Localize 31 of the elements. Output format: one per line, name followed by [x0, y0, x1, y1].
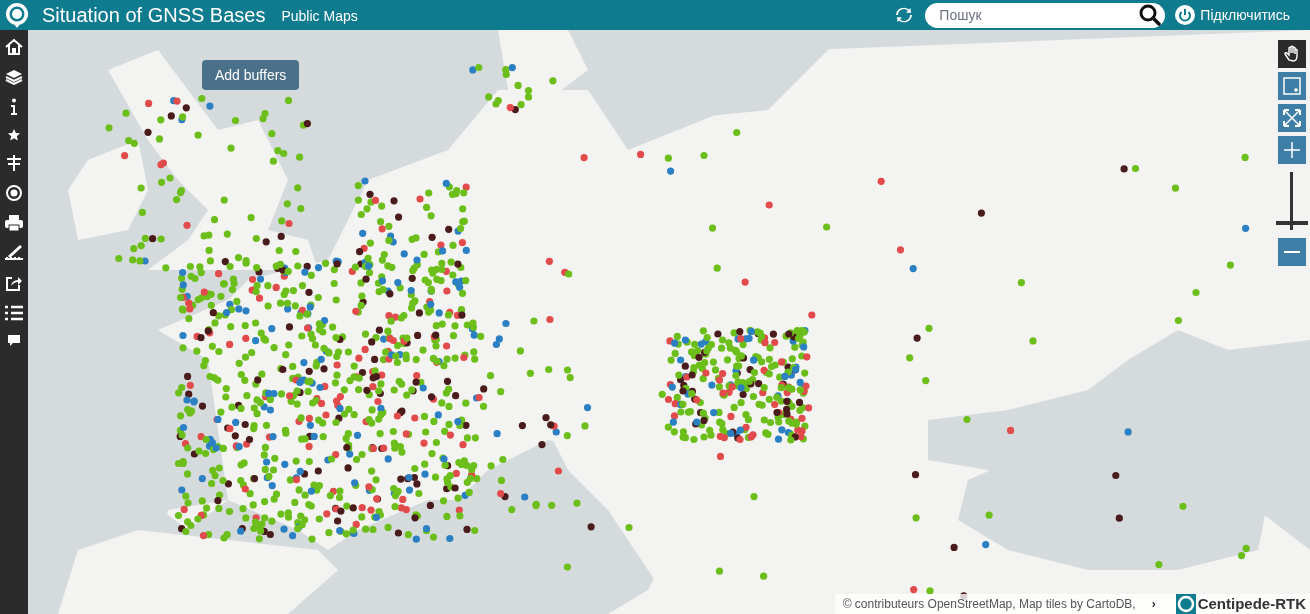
zoom-in-tool[interactable] — [1278, 136, 1306, 164]
zoom-in-icon — [1282, 140, 1302, 160]
search-field[interactable]: Пошук — [925, 2, 1166, 28]
connect-button[interactable]: Підключитись — [1175, 4, 1290, 26]
star-icon[interactable] — [7, 128, 21, 142]
zoom-slider[interactable] — [1276, 172, 1308, 230]
app-title: Situation of GNSS Bases — [42, 3, 266, 28]
share-icon[interactable] — [5, 274, 23, 292]
layers-icon[interactable] — [5, 68, 23, 86]
target-icon[interactable] — [5, 184, 23, 202]
attribution-text: © contributeurs OpenStreetMap, Map tiles by CartoDB, — [842, 596, 1136, 613]
print-icon[interactable] — [4, 214, 24, 232]
brand-logo: Centipede-RTK — [1175, 592, 1310, 614]
pylon-icon[interactable] — [5, 154, 23, 172]
full-extent-tool[interactable] — [1278, 104, 1306, 132]
comment-icon[interactable] — [7, 334, 21, 348]
zoom-box-icon — [1282, 76, 1302, 96]
slider-handle[interactable] — [1276, 220, 1308, 225]
zoom-out-tool[interactable] — [1278, 238, 1306, 266]
info-icon[interactable] — [9, 98, 19, 116]
app-subtitle: Public Maps — [281, 7, 358, 26]
search-icon[interactable] — [1139, 3, 1162, 26]
ruler-pencil-icon[interactable] — [4, 244, 24, 262]
refresh-icon[interactable] — [895, 6, 914, 24]
tooltip: Add buffers — [202, 60, 300, 90]
power-icon — [1175, 5, 1196, 25]
list-icon[interactable] — [4, 304, 24, 322]
home-icon[interactable] — [5, 38, 23, 56]
pan-tool[interactable] — [1278, 40, 1306, 68]
attribution-toggle[interactable]: › — [1151, 595, 1156, 613]
expand-icon — [1282, 108, 1302, 128]
